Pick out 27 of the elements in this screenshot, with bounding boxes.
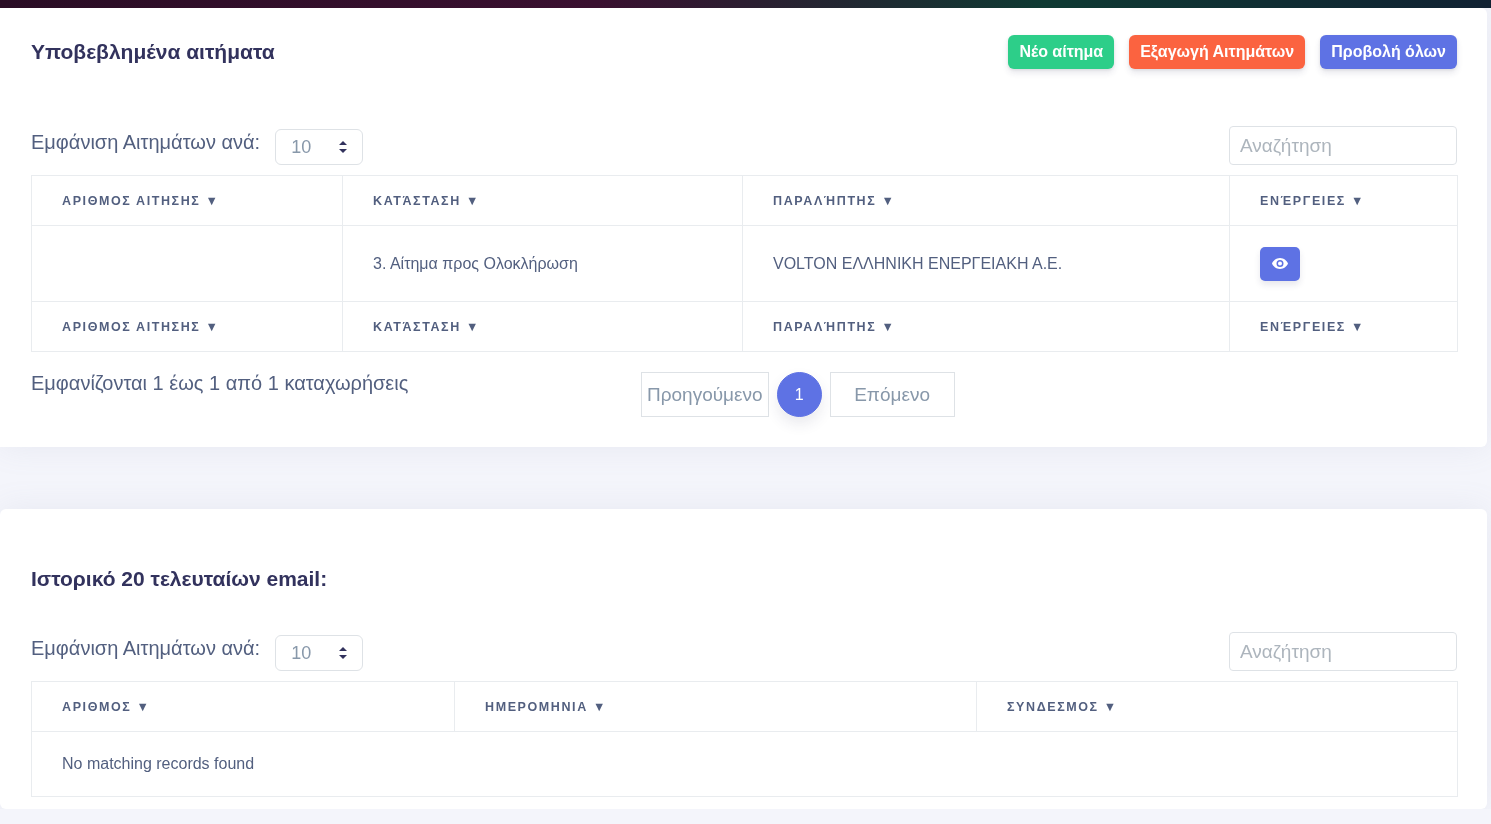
table-cell: 3. Αίτημα προς Ολοκλήρωση: [342, 225, 743, 302]
search-field[interactable]: Αναζήτηση: [1229, 126, 1457, 165]
column-header[interactable]: ΗΜΕΡΟΜΗΝΙΑ ▼: [454, 681, 977, 732]
empty-message: No matching records found: [31, 731, 1458, 797]
column-footer[interactable]: ΕΝΈΡΓΕΙΕΣ ▼: [1229, 301, 1458, 352]
table-cell: VOLTON ΕΛΛΗΝΙΚΗ ΕΝΕΡΓΕΙΑΚΗ Α.Ε.: [742, 225, 1230, 302]
eye-icon: [1272, 258, 1288, 269]
page-button[interactable]: 1: [776, 372, 822, 417]
column-header[interactable]: ΑΡΙΘΜΟΣ ▼: [31, 681, 455, 732]
card-title: Ιστορικό 20 τελευταίων email:: [31, 567, 328, 591]
sort-arrows-icon: [338, 646, 349, 660]
page-size-label: Εμφάνιση Αιτημάτων ανά:: [31, 130, 261, 154]
column-header[interactable]: ΚΑΤΆΣΤΑΣΗ ▼: [342, 175, 743, 226]
column-footer[interactable]: ΚΑΤΆΣΤΑΣΗ ▼: [342, 301, 743, 352]
column-header[interactable]: ΣΥΝΔΕΣΜΟΣ ▼: [976, 681, 1458, 732]
entries-info: Εμφανίζονται 1 έως 1 από 1 καταχωρήσεις: [31, 372, 410, 395]
column-header[interactable]: ΑΡΙΘΜΟΣ ΑΙΤΗΣΗΣ ▼: [31, 175, 343, 226]
page-size-label: Εμφάνιση Αιτημάτων ανά:: [31, 636, 261, 660]
card-title: Υποβεβλημένα αιτήματα: [31, 40, 275, 64]
column-header[interactable]: ΠΑΡΑΛΉΠΤΗΣ ▼: [742, 175, 1230, 226]
view-button[interactable]: [1260, 246, 1300, 281]
action-button[interactable]: Προβολή όλων: [1320, 35, 1457, 69]
search-field[interactable]: Αναζήτηση: [1229, 632, 1457, 671]
sort-arrows-icon: [338, 140, 349, 154]
column-footer[interactable]: ΠΑΡΑΛΉΠΤΗΣ ▼: [742, 301, 1230, 352]
column-header[interactable]: ΕΝΈΡΓΕΙΕΣ ▼: [1229, 175, 1458, 226]
column-footer[interactable]: ΑΡΙΘΜΟΣ ΑΙΤΗΣΗΣ ▼: [31, 301, 343, 352]
